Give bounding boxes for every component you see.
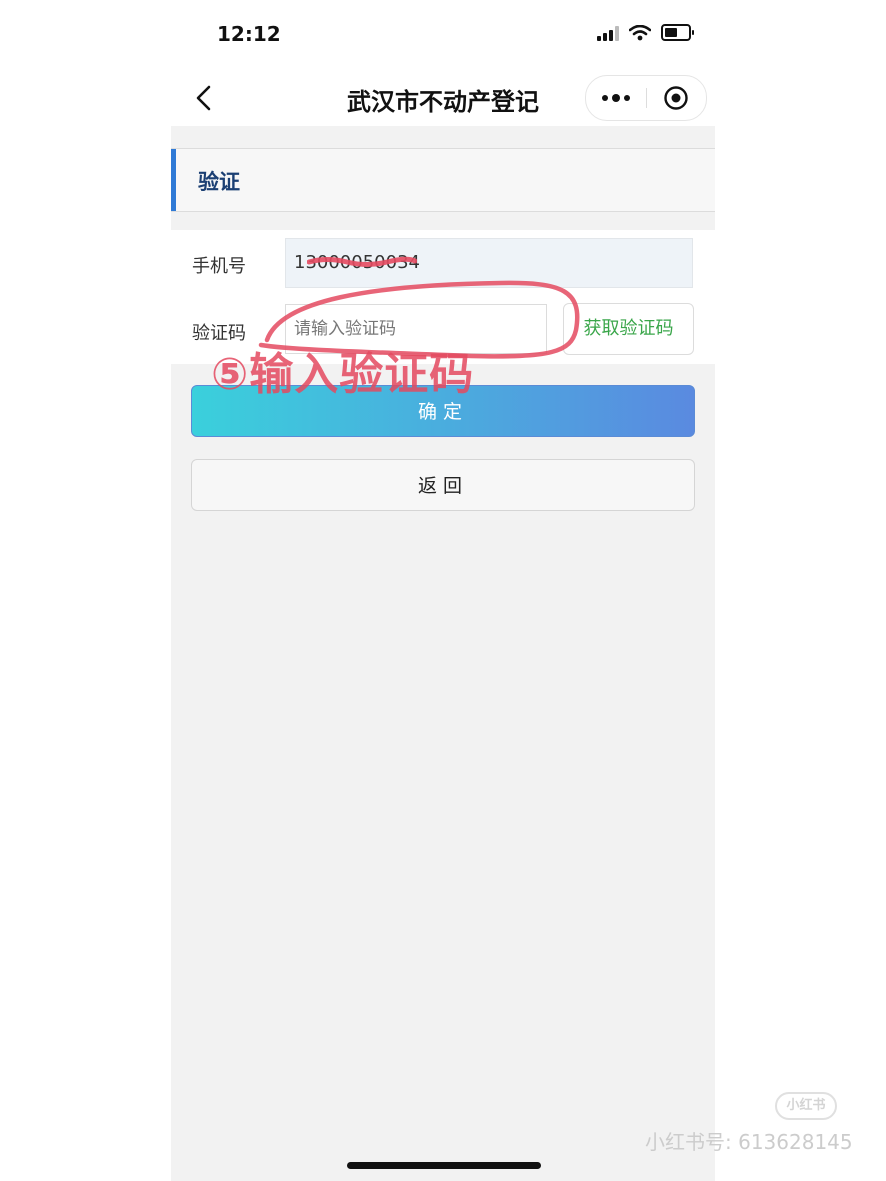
section-title: 验证 — [198, 170, 240, 194]
capsule-divider — [646, 88, 647, 108]
signal-icon — [597, 25, 619, 41]
annotation-text: ⑤输入验证码 — [211, 349, 475, 400]
home-indicator — [347, 1162, 541, 1169]
nav-bar: 武汉市不动产登记 — [171, 70, 715, 126]
phone-screen: 12:12 武汉市不动产登记 验证 手机号 13000050034 验证码 请输… — [171, 0, 715, 1181]
wifi-icon — [629, 24, 651, 40]
return-button[interactable]: 返回 — [191, 459, 695, 511]
more-options-icon[interactable] — [586, 76, 646, 120]
status-time: 12:12 — [217, 22, 281, 46]
redaction-scribble — [307, 256, 417, 267]
section-accent-bar — [171, 149, 176, 211]
status-bar: 12:12 — [171, 0, 715, 70]
section-header: 验证 — [171, 148, 715, 212]
phone-label: 手机号 — [192, 256, 246, 277]
status-icons — [597, 24, 694, 41]
battery-icon — [661, 24, 694, 41]
get-code-button[interactable]: 获取验证码 — [563, 303, 694, 355]
close-target-icon[interactable] — [663, 85, 689, 111]
mini-program-capsule — [585, 75, 707, 121]
watermark-id: 小红书号: 613628145 — [645, 1130, 853, 1154]
watermark-logo: 小红书 — [775, 1092, 837, 1120]
